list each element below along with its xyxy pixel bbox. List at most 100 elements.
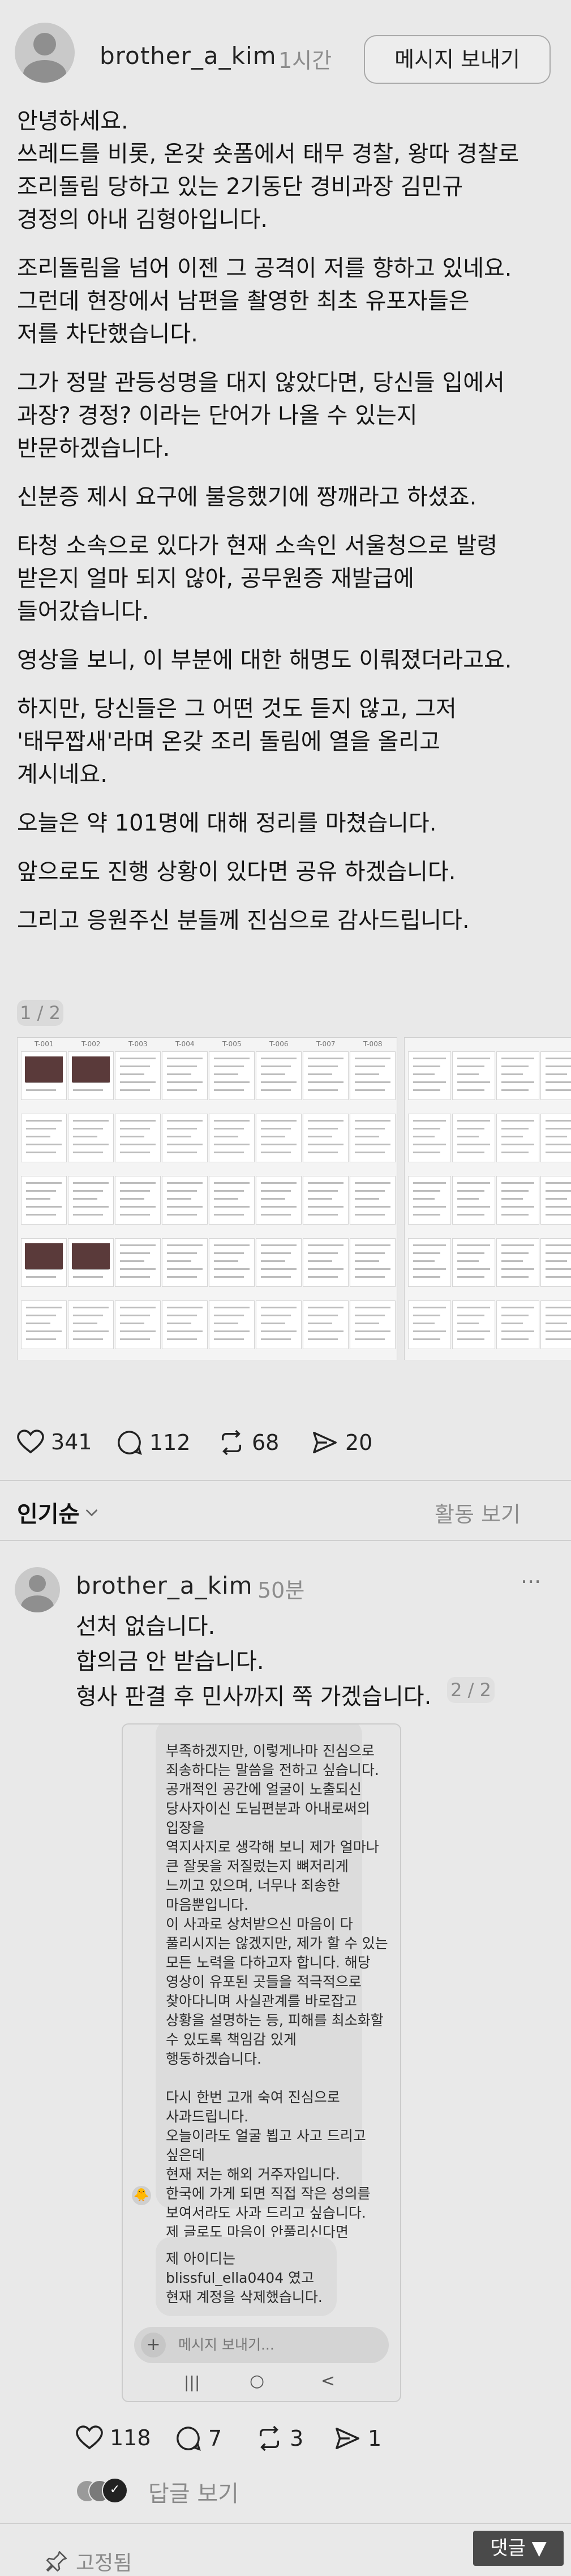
thumbnail-line — [167, 1330, 203, 1332]
post-avatar[interactable] — [15, 23, 75, 83]
thumbnail-line — [73, 1198, 97, 1200]
thumbnail-line — [413, 1144, 446, 1145]
thumbnail-line — [167, 1190, 197, 1192]
view-replies-link[interactable]: 답글 보기 — [148, 2475, 239, 2508]
thumbnail-line — [546, 1206, 571, 1208]
thumbnail-line — [501, 1276, 529, 1278]
post-image-2[interactable] — [404, 1037, 571, 1360]
thumbnail-line — [501, 1081, 534, 1083]
thumbnail-line — [501, 1330, 534, 1332]
post-comment-stat[interactable]: 112 — [117, 1430, 191, 1456]
post-username[interactable]: brother_a_kim — [100, 42, 277, 70]
screenshot-text-line: 오늘이라도 얼굴 뵙고 사고 드리고 — [166, 2128, 366, 2144]
thumbnail-line — [167, 1136, 191, 1137]
grid-thumbnail — [496, 1176, 539, 1225]
thumbnail-line — [308, 1144, 344, 1145]
thumbnail-line — [261, 1338, 291, 1340]
thumbnail-line — [214, 1182, 250, 1184]
thumbnail-line — [546, 1198, 567, 1200]
thumbnail-line — [73, 1182, 109, 1184]
thumbnail-line — [355, 1198, 379, 1200]
comments-toggle-button[interactable]: 댓글 ▼ — [473, 2531, 564, 2566]
thumbnail-line — [501, 1244, 534, 1246]
reply-username[interactable]: brother_a_kim — [76, 1572, 253, 1599]
post-share-stat[interactable]: 20 — [311, 1430, 372, 1456]
reply-comment-stat[interactable]: 7 — [175, 2425, 222, 2451]
reply-avatar[interactable] — [15, 1567, 60, 1612]
post-image-1[interactable]: T-001 T-002 T-003 T-004 T-005 T-006 T-007 T-008 — [17, 1037, 397, 1360]
grid-thumbnail — [68, 1238, 114, 1287]
message-button[interactable]: 메시지 보내기 — [364, 35, 551, 84]
thumbnail-line — [214, 1323, 238, 1324]
grid-thumbnail — [540, 1300, 571, 1349]
screenshot-message-text: 부족하겠지만, 이렇게나마 진심으로 죄송하다는 말씀을 전하고 싶습니다. 공개적… — [166, 1741, 388, 2261]
thumbnail-line — [501, 1268, 534, 1270]
thumbnail-line — [457, 1120, 490, 1122]
screenshot-text-line: 행동하겠습니다. — [166, 2051, 261, 2067]
thumbnail-line — [501, 1182, 534, 1184]
grid-thumbnail — [209, 1051, 255, 1100]
thumbnail-line — [546, 1214, 571, 1216]
activity-view-link[interactable]: 활동 보기 — [435, 1497, 521, 1528]
thumbnail-line — [355, 1244, 390, 1246]
thumbnail-line — [26, 1206, 62, 1208]
post-time: 1시간 — [278, 48, 332, 73]
thumbnail-line — [167, 1206, 203, 1208]
screenshot-message-text-2: 제 아이디는 blissful_ella0404 였고 현재 계정을 삭제했습니다. — [166, 2249, 323, 2307]
thumbnail-line — [355, 1338, 385, 1340]
thumbnail-line — [167, 1214, 197, 1216]
sort-dropdown[interactable]: 인기순 — [17, 1496, 101, 1529]
post-text-line: 쓰레드를 비롯, 온갖 숏폼에서 태무 경찰, 왕따 경찰로 — [17, 141, 520, 167]
post-text-line: 조리돌림을 넘어 이젠 그 공격이 저를 향하고 있네요. — [17, 255, 512, 281]
thumbnail-line — [501, 1190, 529, 1192]
post-text-line: 반문하겠습니다. — [17, 435, 170, 461]
post-like-stat[interactable]: 341 — [17, 1430, 92, 1454]
thumbnail-line — [308, 1089, 338, 1091]
thumbnail-line — [73, 1089, 103, 1091]
send-icon — [313, 1432, 337, 1453]
screenshot-text-line: 당사자이신 도님편분과 아내로써의 — [166, 1800, 370, 1817]
thumbnail-line — [120, 1276, 150, 1278]
screenshot-text-line — [166, 2069, 388, 2088]
thumbnail-line — [501, 1252, 529, 1254]
thumbnail-line — [261, 1260, 285, 1262]
thumbnail-line — [308, 1307, 344, 1308]
reply-like-stat[interactable]: 118 — [76, 2425, 151, 2450]
screenshot-text-line: 찾아다니며 사실관계를 바로잡고 — [166, 1993, 357, 2009]
grid-thumbnail — [209, 1238, 255, 1287]
repost-icon — [259, 2425, 280, 2451]
post-text-line: 과장? 경정? 이라는 단어가 나올 수 있는지 — [17, 403, 418, 429]
thumbnail-line — [355, 1206, 390, 1208]
post-repost-stat[interactable]: 68 — [218, 1430, 279, 1456]
thumbnail-line — [120, 1307, 156, 1308]
reply-share-stat[interactable]: 1 — [334, 2425, 381, 2451]
grid-thumbnail — [350, 1114, 396, 1162]
thumbnail-line — [214, 1120, 250, 1122]
thumbnail-line — [413, 1268, 446, 1270]
more-options-icon[interactable]: ··· — [521, 1569, 541, 1594]
grid-thumbnail — [68, 1051, 114, 1100]
post-paragraph: 타청 소속으로 있다가 현재 소속인 서울청으로 발령 받은지 얼마 되지 않아,… — [17, 529, 555, 628]
thumbnail-line — [413, 1190, 440, 1192]
grid-thumbnail — [256, 1238, 302, 1287]
screenshot-text-line: 영상이 유포된 곳들을 적극적으로 — [166, 1974, 362, 1990]
thumbnail-line — [26, 1144, 62, 1145]
reply-screenshot-image[interactable]: 부족하겠지만, 이렇게나마 진심으로 죄송하다는 말씀을 전하고 싶습니다. 공개적… — [122, 1723, 401, 2402]
thumbnail-photo — [72, 1243, 110, 1270]
thumbnail-line — [413, 1152, 440, 1153]
thumbnail-line — [355, 1081, 390, 1083]
thumbnail-photo — [25, 1243, 63, 1270]
grid-thumbnail — [452, 1176, 495, 1225]
grid-thumbnail — [115, 1238, 161, 1287]
repost-icon — [221, 1430, 242, 1456]
thumbnail-line — [457, 1182, 490, 1184]
screenshot-text-line: 입장을 — [166, 1820, 205, 1836]
thumbnail-line — [546, 1323, 567, 1324]
thumbnail-line — [457, 1330, 490, 1332]
post-text-line: '태무짭새'라며 온갖 조리 돌림에 열을 올리고 — [17, 729, 440, 755]
thumbnail-line — [261, 1307, 297, 1308]
reply-repost-stat[interactable]: 3 — [256, 2425, 303, 2451]
thumbnail-line — [308, 1268, 344, 1270]
thumbnail-line — [355, 1152, 385, 1153]
image-carousel[interactable]: T-001 T-002 T-003 T-004 T-005 T-006 T-007 T-008 — [17, 1037, 571, 1360]
